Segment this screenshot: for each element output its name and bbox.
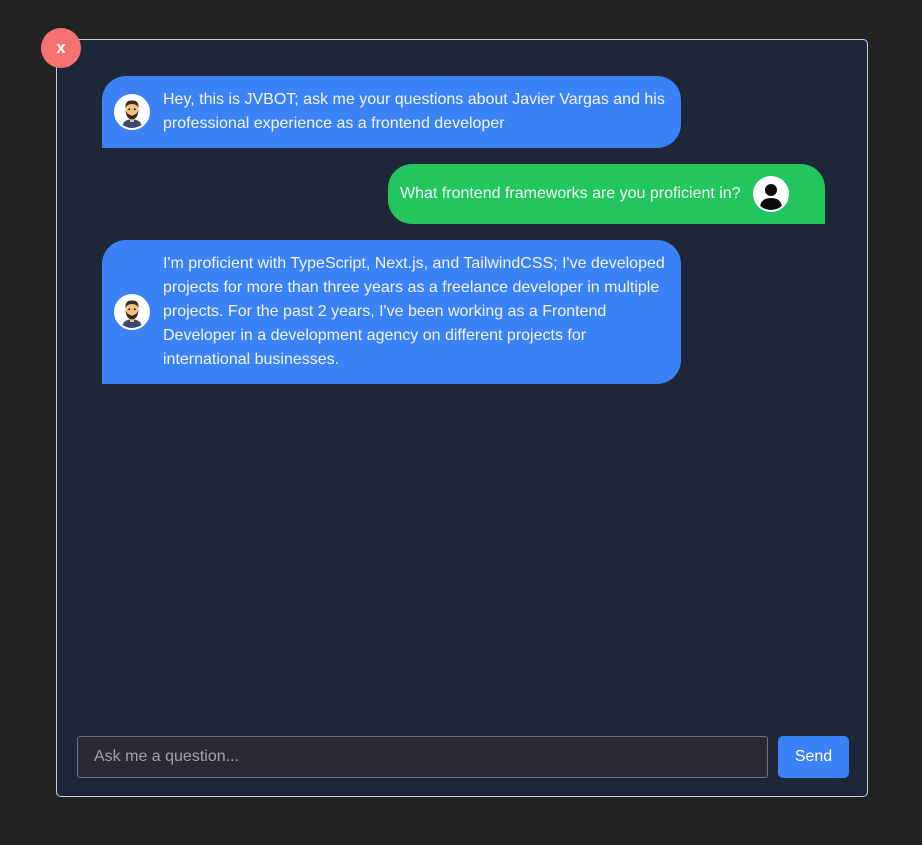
bot-message: Hey, this is JVBOT; ask me your question… (102, 76, 681, 148)
user-silhouette-icon (752, 176, 789, 212)
bot-message: I'm proficient with TypeScript, Next.js,… (102, 240, 681, 384)
message-input-row: Send (77, 736, 849, 778)
message-text: Hey, this is JVBOT; ask me your question… (163, 91, 665, 132)
question-input[interactable] (77, 736, 768, 778)
send-button[interactable]: Send (778, 736, 849, 778)
bearded-man-avatar-icon (114, 294, 150, 330)
bearded-man-avatar-icon (114, 94, 150, 130)
user-message: What frontend frameworks are you profici… (388, 164, 825, 224)
chat-window: Hey, this is JVBOT; ask me your question… (56, 39, 868, 797)
close-button[interactable]: x (41, 28, 81, 68)
message-text: I'm proficient with TypeScript, Next.js,… (163, 255, 665, 368)
message-text: What frontend frameworks are you profici… (400, 185, 741, 202)
